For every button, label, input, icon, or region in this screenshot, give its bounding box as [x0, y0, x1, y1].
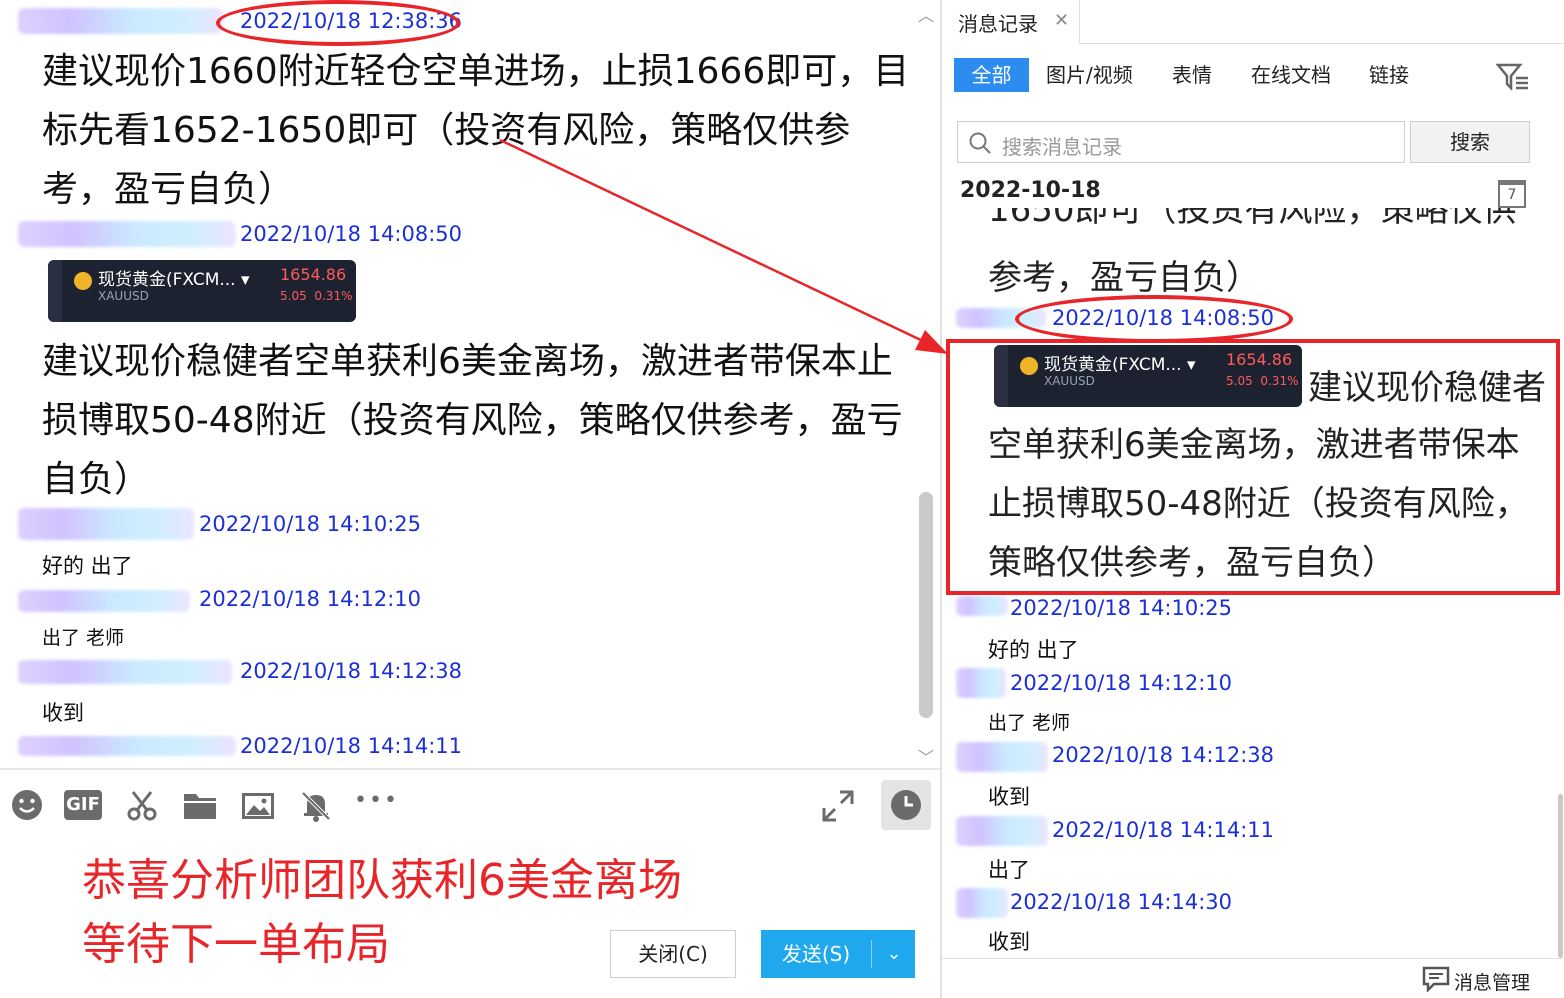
annotation-arrow [499, 138, 948, 354]
